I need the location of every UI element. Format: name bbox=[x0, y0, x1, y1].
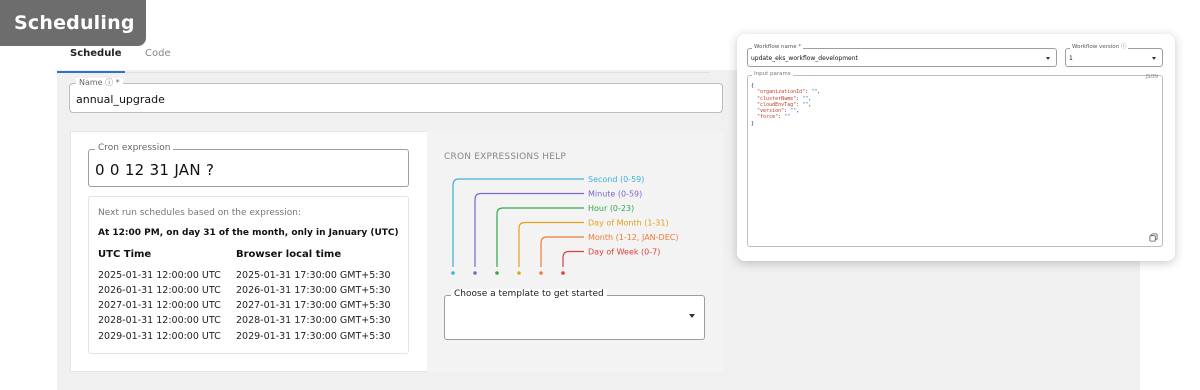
param-sep: , bbox=[808, 101, 812, 108]
cron-fields-diagram: Second (0-59) Minute (0-59) Hour (0-23) Day… bbox=[451, 175, 678, 275]
workflow-version-value: 1 bbox=[1069, 55, 1073, 62]
param-sep: , bbox=[796, 108, 800, 115]
workflow-name-select[interactable]: Workflow name * update_eks_workflow_deve… bbox=[747, 44, 1057, 67]
workflow-version-label: Workflow version ⓘ bbox=[1070, 44, 1129, 51]
param-sep: , bbox=[817, 89, 821, 96]
brace-close: } bbox=[751, 120, 755, 127]
name-input[interactable]: annual_upgrade bbox=[76, 93, 165, 106]
cron-expression-field[interactable]: Cron expression 0 0 12 31 JAN ? bbox=[88, 143, 409, 187]
chevron-down-icon[interactable] bbox=[1046, 57, 1050, 60]
cron-field-label: Month (1-12, JAN-DEC) bbox=[588, 233, 678, 242]
param-line: "force": "" bbox=[757, 114, 791, 121]
cron-help-title: CRON EXPRESSIONS HELP bbox=[444, 152, 566, 162]
run-utc: 2026-01-31 12:00:00 UTC bbox=[98, 285, 221, 296]
chevron-down-icon[interactable] bbox=[1152, 57, 1156, 60]
param-key: "version" bbox=[757, 108, 785, 115]
chevron-down-icon[interactable] bbox=[689, 314, 695, 318]
json-code[interactable]: { "organizationId": "", "clusterName": "… bbox=[751, 83, 820, 127]
workflow-name-label: Workflow name * bbox=[752, 44, 804, 51]
cron-field-label: Day of Month (1-31) bbox=[588, 219, 669, 228]
cron-field-dot bbox=[473, 271, 477, 275]
run-local: 2027-01-31 17:30:00 GMT+5:30 bbox=[236, 300, 391, 311]
input-params-editor[interactable]: Input params JSON { "organizationId": ""… bbox=[747, 71, 1163, 247]
tab-bar: Schedule Code bbox=[57, 46, 710, 73]
json-badge: JSON bbox=[1145, 74, 1158, 80]
active-tab-indicator bbox=[57, 71, 125, 73]
run-local: 2029-01-31 17:30:00 GMT+5:30 bbox=[236, 331, 391, 342]
workflow-popover: Workflow name * update_eks_workflow_deve… bbox=[737, 34, 1175, 261]
cron-field-dot bbox=[561, 271, 565, 275]
run-utc: 2027-01-31 12:00:00 UTC bbox=[98, 300, 221, 311]
cron-field-label: Day of Week (0-7) bbox=[588, 248, 660, 257]
next-runs-intro: Next run schedules based on the expressi… bbox=[98, 208, 301, 218]
input-params-label: Input params bbox=[752, 71, 793, 78]
workflow-version-select[interactable]: Workflow version ⓘ 1 bbox=[1065, 44, 1163, 67]
cron-field-dot bbox=[495, 271, 499, 275]
local-time-header: Browser local time bbox=[236, 249, 342, 260]
run-local: 2028-01-31 17:30:00 GMT+5:30 bbox=[236, 315, 391, 326]
utc-time-header: UTC Time bbox=[98, 249, 152, 260]
param-key: "cloudEnvTag" bbox=[757, 101, 797, 108]
template-select-label: Choose a template to get started bbox=[451, 289, 607, 299]
cron-summary: At 12:00 PM, on day 31 of the month, onl… bbox=[98, 228, 399, 238]
copy-icon[interactable] bbox=[1149, 233, 1158, 242]
next-runs-panel: Next run schedules based on the expressi… bbox=[88, 196, 409, 354]
cron-field-dot bbox=[451, 271, 455, 275]
workflow-name-value: update_eks_workflow_development bbox=[751, 55, 858, 62]
cron-field-connector bbox=[518, 221, 584, 267]
cron-field-label: Second (0-59) bbox=[588, 175, 644, 184]
template-select[interactable]: Choose a template to get started bbox=[444, 289, 705, 340]
name-field[interactable]: Name ⓘ * annual_upgrade bbox=[69, 78, 723, 113]
name-field-label: Name ⓘ * bbox=[76, 78, 123, 88]
run-utc: 2025-01-31 12:00:00 UTC bbox=[98, 270, 221, 281]
param-line: "clusterName": "", bbox=[757, 95, 812, 102]
page-badge: Scheduling bbox=[0, 0, 146, 46]
tab-code[interactable]: Code bbox=[145, 48, 171, 59]
brace-open: { bbox=[751, 83, 755, 89]
cron-field-label: Minute (0-59) bbox=[588, 190, 642, 199]
tab-schedule[interactable]: Schedule bbox=[70, 48, 122, 59]
cron-field-connector bbox=[562, 250, 584, 267]
param-value: "" bbox=[784, 114, 791, 121]
param-sep: , bbox=[808, 95, 812, 102]
cron-field-dot bbox=[517, 271, 521, 275]
param-line: "organizationId": "", bbox=[757, 89, 821, 96]
run-utc: 2028-01-31 12:00:00 UTC bbox=[98, 315, 221, 326]
cron-field-label: Hour (0-23) bbox=[588, 204, 634, 213]
param-key: "organizationId" bbox=[757, 89, 806, 96]
cron-field-connector bbox=[474, 192, 584, 267]
param-line: "cloudEnvTag": "", bbox=[757, 101, 812, 108]
param-key: "clusterName" bbox=[757, 95, 797, 102]
run-local: 2026-01-31 17:30:00 GMT+5:30 bbox=[236, 285, 391, 296]
scheduling-page: Scheduling Schedule Code Name ⓘ * annual… bbox=[0, 0, 1200, 390]
cron-expression-input[interactable]: 0 0 12 31 JAN ? bbox=[95, 161, 214, 179]
cron-expression-label: Cron expression bbox=[95, 143, 174, 153]
param-line: "version": "", bbox=[757, 108, 800, 115]
param-key: "force" bbox=[757, 114, 779, 121]
run-utc: 2029-01-31 12:00:00 UTC bbox=[98, 331, 221, 342]
cron-field-dot bbox=[539, 271, 543, 275]
run-local: 2025-01-31 17:30:00 GMT+5:30 bbox=[236, 270, 391, 281]
